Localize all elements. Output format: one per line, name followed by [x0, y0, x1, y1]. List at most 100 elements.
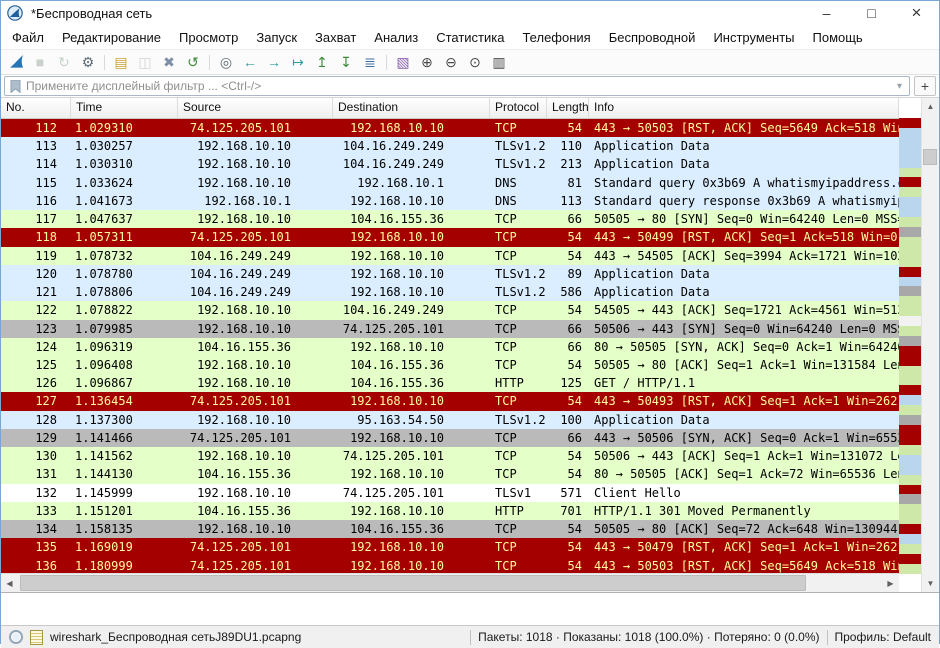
menu-edit[interactable]: Редактирование — [53, 26, 170, 49]
restart-capture-button[interactable]: ↻ — [53, 52, 75, 72]
packet-row-115[interactable]: 1151.033624192.168.10.10192.168.10.1DNS8… — [1, 174, 899, 192]
packet-row-133[interactable]: 1331.151201104.16.155.36192.168.10.10HTT… — [1, 502, 899, 520]
packet-minimap[interactable] — [899, 118, 921, 574]
packet-row-123[interactable]: 1231.079985192.168.10.1074.125.205.101TC… — [1, 320, 899, 338]
packet-row-135[interactable]: 1351.16901974.125.205.101192.168.10.10TC… — [1, 538, 899, 556]
find-packet-button[interactable]: ◎ — [215, 52, 237, 72]
menu-go[interactable]: Запуск — [247, 26, 306, 49]
menu-telephony[interactable]: Телефония — [513, 26, 599, 49]
horizontal-scrollbar[interactable]: ◀ ▶ — [1, 573, 899, 592]
add-filter-button[interactable]: + — [914, 76, 936, 96]
packet-row-136[interactable]: 1361.18099974.125.205.101192.168.10.10TC… — [1, 557, 899, 573]
packet-row-125[interactable]: 1251.096408192.168.10.10104.16.155.36TCP… — [1, 356, 899, 374]
auto-scroll-button[interactable]: ≣ — [359, 52, 381, 72]
minimize-button[interactable]: – — [804, 1, 849, 25]
packet-row-124[interactable]: 1241.096319104.16.155.36192.168.10.10TCP… — [1, 338, 899, 356]
vertical-scroll-track[interactable] — [922, 115, 939, 575]
menu-wireless[interactable]: Беспроводной — [600, 26, 705, 49]
open-file-button[interactable]: ▤ — [110, 52, 132, 72]
wireshark-logo-icon — [7, 5, 23, 21]
scroll-down-button[interactable]: ▼ — [922, 575, 939, 592]
menu-analyze[interactable]: Анализ — [365, 26, 427, 49]
close-button[interactable]: × — [894, 1, 939, 25]
horizontal-scroll-track[interactable] — [18, 574, 882, 592]
zoom-in-button[interactable]: ⊕ — [416, 52, 438, 72]
scroll-right-button[interactable]: ▶ — [882, 574, 899, 592]
packet-cell-destination: 192.168.10.10 — [333, 228, 490, 246]
zoom-normal-button[interactable]: ⊙ — [464, 52, 486, 72]
packet-row-122[interactable]: 1221.078822192.168.10.10104.16.249.249TC… — [1, 301, 899, 319]
column-header-info[interactable]: Info — [589, 98, 899, 118]
menu-capture[interactable]: Захват — [306, 26, 365, 49]
go-first-button[interactable]: ↥ — [311, 52, 333, 72]
packet-row-130[interactable]: 1301.141562192.168.10.1074.125.205.101TC… — [1, 447, 899, 465]
column-header-length[interactable]: Length — [547, 98, 589, 118]
maximize-button[interactable]: □ — [849, 1, 894, 25]
go-to-packet-button[interactable]: ↦ — [287, 52, 309, 72]
packet-row-121[interactable]: 1211.078806104.16.249.249192.168.10.10TL… — [1, 283, 899, 301]
minimap-band — [899, 316, 921, 326]
go-back-button[interactable]: ← — [239, 52, 261, 72]
packet-cell-source: 104.16.249.249 — [178, 247, 333, 265]
expert-info-icon[interactable] — [9, 630, 23, 644]
display-filter-input[interactable] — [23, 79, 892, 93]
packet-row-129[interactable]: 1291.14146674.125.205.101192.168.10.10TC… — [1, 429, 899, 447]
magnifier-icon: ◎ — [220, 55, 232, 69]
packet-row-120[interactable]: 1201.078780104.16.249.249192.168.10.10TL… — [1, 265, 899, 283]
menu-view[interactable]: Просмотр — [170, 26, 247, 49]
packet-row-134[interactable]: 1341.158135192.168.10.10104.16.155.36TCP… — [1, 520, 899, 538]
column-header-no[interactable]: No. — [1, 98, 71, 118]
column-header-destination[interactable]: Destination — [333, 98, 490, 118]
bookmark-icon[interactable] — [7, 79, 23, 93]
menu-file[interactable]: Файл — [3, 26, 53, 49]
column-header-protocol[interactable]: Protocol — [490, 98, 547, 118]
packet-row-119[interactable]: 1191.078732104.16.249.249192.168.10.10TC… — [1, 247, 899, 265]
packet-cell-protocol: TCP — [490, 228, 547, 246]
go-last-button[interactable]: ↧ — [335, 52, 357, 72]
gear-icon: ⚙ — [82, 55, 95, 69]
horizontal-scroll-thumb[interactable] — [20, 575, 806, 591]
menu-bar: ФайлРедактированиеПросмотрЗапускЗахватАн… — [1, 25, 939, 49]
packet-row-118[interactable]: 1181.05731174.125.205.101192.168.10.10TC… — [1, 228, 899, 246]
menu-tools[interactable]: Инструменты — [704, 26, 803, 49]
menu-help[interactable]: Помощь — [804, 26, 872, 49]
packet-row-132[interactable]: 1321.145999192.168.10.1074.125.205.101TL… — [1, 484, 899, 502]
minimap-band — [899, 118, 921, 128]
profile-label[interactable]: Профиль: Default — [835, 630, 932, 644]
packet-row-117[interactable]: 1171.047637192.168.10.10104.16.155.36TCP… — [1, 210, 899, 228]
save-file-button[interactable]: ◫ — [134, 52, 156, 72]
go-forward-button[interactable]: → — [263, 52, 285, 72]
capture-comment-icon[interactable] — [30, 630, 43, 645]
packet-row-113[interactable]: 1131.030257192.168.10.10104.16.249.249TL… — [1, 137, 899, 155]
packet-row-114[interactable]: 1141.030310192.168.10.10104.16.249.249TL… — [1, 155, 899, 173]
packet-row-126[interactable]: 1261.096867192.168.10.10104.16.155.36HTT… — [1, 374, 899, 392]
scroll-up-button[interactable]: ▲ — [922, 98, 939, 115]
packet-cell-no: 122 — [1, 301, 71, 319]
packet-row-127[interactable]: 1271.13645474.125.205.101192.168.10.10TC… — [1, 392, 899, 410]
stop-capture-button[interactable]: ■ — [29, 52, 51, 72]
start-capture-button[interactable] — [5, 52, 27, 72]
packet-cell-length: 54 — [547, 247, 589, 265]
column-header-source[interactable]: Source — [178, 98, 333, 118]
main-toolbar: ■↻ ⚙ ▤◫✖↺ ◎ ←→↦↥↧≣ ▧⊕⊖⊙▥ — [1, 49, 939, 75]
packet-row-128[interactable]: 1281.137300192.168.10.1095.163.54.50TLSv… — [1, 411, 899, 429]
display-filter-field[interactable]: ▾ — [4, 76, 910, 96]
capture-options-button[interactable]: ⚙ — [77, 52, 99, 72]
packet-row-116[interactable]: 1161.041673192.168.10.1192.168.10.10DNS1… — [1, 192, 899, 210]
column-header-time[interactable]: Time — [71, 98, 178, 118]
vertical-scroll-thumb[interactable] — [923, 149, 937, 165]
filter-dropdown-icon[interactable]: ▾ — [892, 81, 907, 92]
packet-cell-source: 104.16.155.36 — [178, 465, 333, 483]
close-file-button[interactable]: ✖ — [158, 52, 180, 72]
menu-statistics[interactable]: Статистика — [427, 26, 513, 49]
packet-cell-time: 1.041673 — [71, 192, 178, 210]
packet-row-131[interactable]: 1311.144130104.16.155.36192.168.10.10TCP… — [1, 465, 899, 483]
packet-row-112[interactable]: 1121.02931074.125.205.101192.168.10.10TC… — [1, 119, 899, 137]
reload-file-button[interactable]: ↺ — [182, 52, 204, 72]
scroll-left-button[interactable]: ◀ — [1, 574, 18, 592]
resize-columns-button[interactable]: ▥ — [488, 52, 510, 72]
vertical-scrollbar[interactable]: ▲ ▼ — [921, 98, 939, 592]
shark-fin-icon — [9, 54, 24, 71]
colorize-button[interactable]: ▧ — [392, 52, 414, 72]
zoom-out-button[interactable]: ⊖ — [440, 52, 462, 72]
